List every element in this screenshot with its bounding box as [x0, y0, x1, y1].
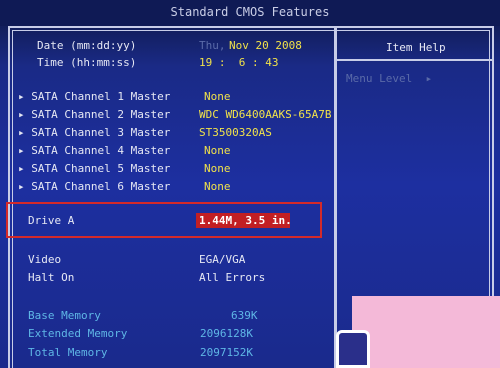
sata-item[interactable]: ▸ SATA Channel 5 Master: [18, 162, 170, 176]
submenu-arrow-icon: ▸: [18, 126, 25, 139]
memory-label: Total Memory: [28, 346, 108, 359]
memory-label: Base Memory: [28, 309, 101, 322]
sata-value: None: [204, 90, 231, 103]
video-value[interactable]: EGA/VGA: [199, 253, 245, 267]
memory-value: 2096128K: [200, 327, 253, 340]
item-help-heading: Item Help: [386, 41, 446, 54]
submenu-arrow-icon: ▸: [18, 180, 25, 193]
watermark-patch: [352, 296, 500, 368]
video-label[interactable]: Video: [28, 253, 61, 267]
drive-a-value[interactable]: 1.44M, 3.5 in.: [199, 214, 292, 228]
time-value[interactable]: 19 : 6 : 43: [199, 56, 278, 70]
date-day: Thu,: [199, 39, 226, 52]
sata-value: None: [204, 180, 231, 193]
sata-item[interactable]: ▸ SATA Channel 4 Master: [18, 144, 170, 158]
submenu-arrow-icon: ▸: [18, 144, 25, 157]
memory-value: 2097152K: [200, 346, 253, 359]
bios-screen: Standard CMOS Features Item Help Menu Le…: [0, 0, 500, 368]
watermark-logo-icon: [336, 330, 370, 368]
drive-a-label[interactable]: Drive A: [28, 214, 74, 228]
halt-on-value[interactable]: All Errors: [199, 271, 265, 285]
sata-value: None: [204, 162, 231, 175]
submenu-arrow-icon: ▸: [18, 90, 25, 103]
help-separator: [337, 59, 494, 61]
sata-item[interactable]: ▸ SATA Channel 2 Master: [18, 108, 170, 122]
sata-item[interactable]: ▸ SATA Channel 1 Master: [18, 90, 170, 104]
sata-value: WDC WD6400AAKS-65A7B: [199, 108, 332, 121]
sata-value: ST3500320AS: [199, 126, 272, 139]
memory-label: Extended Memory: [28, 327, 128, 340]
sata-value: None: [204, 144, 231, 157]
submenu-arrow-icon: ▸: [18, 108, 25, 121]
submenu-arrow-icon: ▸: [18, 162, 25, 175]
sata-item[interactable]: ▸ SATA Channel 3 Master: [18, 126, 170, 140]
panel-divider: [334, 26, 337, 368]
date-value[interactable]: Nov 20 2008: [229, 39, 302, 53]
menu-level-label: Menu Level ▸: [346, 72, 433, 85]
sata-item[interactable]: ▸ SATA Channel 6 Master: [18, 180, 170, 194]
page-title: Standard CMOS Features: [0, 0, 500, 26]
halt-on-label[interactable]: Halt On: [28, 271, 74, 285]
memory-value: 639K: [231, 309, 258, 322]
time-label: Time (hh:mm:ss): [37, 56, 137, 69]
date-label: Date (mm:dd:yy): [37, 39, 137, 52]
